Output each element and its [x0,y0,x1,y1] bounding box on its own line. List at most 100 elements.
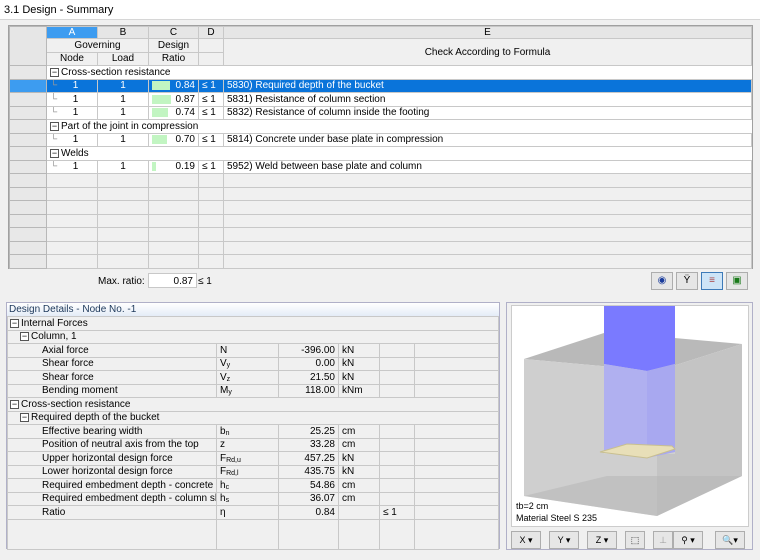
view-button[interactable]: ◉ [651,272,673,290]
symbol-subscript: Rd,l [226,470,238,477]
row-header[interactable] [10,160,47,174]
symbol: V [220,372,227,383]
dimension-button[interactable]: ⊥ [653,531,673,549]
ratio-cell[interactable]: 0.74 [149,106,199,120]
isometric-button[interactable]: ⬚ [625,531,645,549]
table-row[interactable]: └1 1 0.70 ≤ 1 5814) Concrete under base … [10,133,752,147]
collapse-icon[interactable]: − [20,413,29,422]
filter-button[interactable]: Ÿ [676,272,698,290]
ratio-bar [152,95,171,104]
empty-row [10,214,752,228]
node-cell[interactable]: └1 [47,133,98,147]
collapse-icon[interactable]: − [50,68,59,77]
row-header[interactable] [10,106,47,120]
view-z-button[interactable]: Z ▾ [587,531,617,549]
col-b-header[interactable]: B [98,27,149,39]
value-cell: 54.86 [279,479,339,493]
ratio-cell[interactable]: 0.87 [149,93,199,107]
load-cell[interactable]: 1 [98,133,149,147]
axis-y-icon: Y ▾ [558,535,571,545]
value-cell: 457.25 [279,452,339,466]
col-a-header[interactable]: A [47,27,98,39]
node-cell[interactable]: └1 [47,79,98,93]
formula-cell[interactable]: 5832) Resistance of column inside the fo… [224,106,752,120]
group-row[interactable]: −Part of the joint in compression [10,120,752,134]
item-name: Shear force [8,357,217,371]
unit-cell: cm [339,492,380,506]
node-cell[interactable]: └1 [47,106,98,120]
col-c-header[interactable]: C [149,27,199,39]
group-row[interactable]: −Welds [10,147,752,161]
reset-view-button[interactable]: 🔍▾ [715,531,745,549]
table-row[interactable]: └1 1 0.84 ≤ 1 5830) Required depth of th… [10,79,752,93]
ratio-cell[interactable]: 0.19 [149,160,199,174]
load-cell[interactable]: 1 [98,160,149,174]
dimension-icon: ⊥ [659,535,667,545]
symbol-cell: hc [217,479,279,493]
col-d-header[interactable]: D [199,27,224,39]
collapse-icon[interactable]: − [50,122,59,131]
details-group-row[interactable]: −Internal Forces [8,317,499,331]
empty-row [10,174,752,188]
col-e-header[interactable]: E [224,27,752,39]
ratio-cell[interactable]: 0.84 [149,79,199,93]
row-header[interactable] [10,79,47,93]
node-header: Node [47,52,98,66]
group-label: Cross-section resistance [21,399,130,410]
details-group-row[interactable]: −Required depth of the bucket [8,411,499,425]
view-y-button[interactable]: Y ▾ [549,531,579,549]
3d-view[interactable]: tb=2 cm Material Steel S 235 [511,305,749,527]
ratio-header: Ratio [149,52,199,66]
row-header[interactable] [10,66,47,80]
symbol-cell: FRd,u [217,452,279,466]
row-header[interactable] [10,120,47,134]
load-cell[interactable]: 1 [98,106,149,120]
unit-cell: kN [339,344,380,358]
corner-cell[interactable] [10,27,47,66]
item-name: Position of neutral axis from the top [8,438,217,452]
formula-cell[interactable]: 5830) Required depth of the bucket [224,79,752,93]
group-label: Required depth of the bucket [31,412,159,423]
item-name: Shear force [8,371,217,385]
load-cell[interactable]: 1 [98,79,149,93]
summary-grid[interactable]: A B C D E Governing Design Check Accordi… [8,25,753,269]
details-row: Ratioη0.84≤ 1 [8,506,499,520]
cube-icon: ⬚ [631,535,640,545]
row-header[interactable] [10,147,47,161]
ratio-value: 0.84 [176,80,195,91]
details-group-row[interactable]: −Cross-section resistance [8,398,499,412]
collapse-icon[interactable]: − [10,319,19,328]
material-label: Material Steel S 235 [516,513,597,523]
row-header[interactable] [10,133,47,147]
formula-cell[interactable]: 5952) Weld between base plate and column [224,160,752,174]
limit-cell [380,357,415,371]
formula-cell[interactable]: 5814) Concrete under base plate in compr… [224,133,752,147]
limit-cell [380,344,415,358]
item-name: Axial force [8,344,217,358]
details-group-row[interactable]: −Column, 1 [8,330,499,344]
excel-export-button[interactable]: ▣ [726,272,748,290]
display-options-button[interactable]: ⚲ ▾ [673,531,703,549]
formula-cell[interactable]: 5831) Resistance of column section [224,93,752,107]
ratio-bars-button[interactable]: ≡ [701,272,723,290]
table-row[interactable]: └1 1 0.19 ≤ 1 5952) Weld between base pl… [10,160,752,174]
value-cell: 118.00 [279,384,339,398]
table-row[interactable]: └1 1 0.87 ≤ 1 5831) Resistance of column… [10,93,752,107]
row-header[interactable] [10,93,47,107]
symbol-cell: N [217,344,279,358]
details-row: Shear forceVz21.50kN [8,371,499,385]
load-cell[interactable]: 1 [98,93,149,107]
view-x-button[interactable]: X ▾ [511,531,541,549]
node-cell[interactable]: └1 [47,93,98,107]
details-row: Axial forceN-396.00kN [8,344,499,358]
tree-line-icon: └ [50,107,57,118]
node-cell[interactable]: └1 [47,160,98,174]
ratio-cell[interactable]: 0.70 [149,133,199,147]
group-row[interactable]: −Cross-section resistance [10,66,752,80]
limit-cell [380,384,415,398]
collapse-icon[interactable]: − [20,332,29,341]
load-header: Load [98,52,149,66]
table-row[interactable]: └1 1 0.74 ≤ 1 5832) Resistance of column… [10,106,752,120]
collapse-icon[interactable]: − [10,400,19,409]
collapse-icon[interactable]: − [50,149,59,158]
